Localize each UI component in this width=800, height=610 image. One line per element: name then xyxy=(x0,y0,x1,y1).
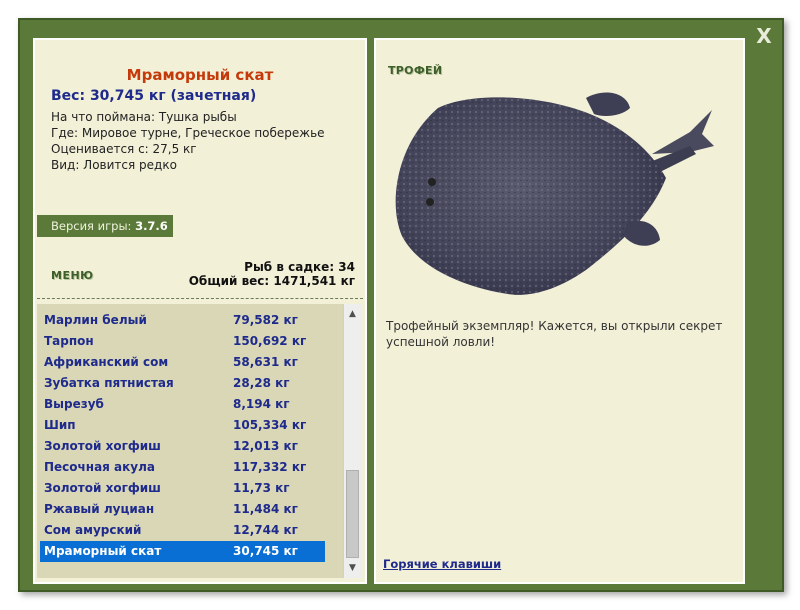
list-item[interactable]: Мраморный скат 30,745 кг xyxy=(40,541,325,562)
marbled-ray-image xyxy=(395,92,714,295)
fish-list-weight: 79,582 кг xyxy=(233,313,298,327)
fish-list-weight: 12,013 кг xyxy=(233,439,298,453)
list-item[interactable]: Золотой хогфиш 12,013 кг xyxy=(40,436,325,457)
fish-list-name: Песочная акула xyxy=(44,460,155,474)
list-item[interactable]: Песочная акула 117,332 кг xyxy=(40,457,325,478)
fish-list-name: Золотой хогфиш xyxy=(44,439,161,453)
fish-list-name: Шип xyxy=(44,418,76,432)
fish-rarity: Вид: Ловится редко xyxy=(51,158,177,172)
list-item[interactable]: Зубатка пятнистая 28,28 кг xyxy=(40,373,325,394)
fish-list-name: Ржавый луциан xyxy=(44,502,155,516)
fish-list-name: Марлин белый xyxy=(44,313,147,327)
version-value: 3.7.6 xyxy=(135,219,168,233)
fish-list-weight: 8,194 кг xyxy=(233,397,290,411)
list-item[interactable]: Шип 105,334 кг xyxy=(40,415,325,436)
fish-list-weight: 105,334 кг xyxy=(233,418,307,432)
fish-list-name: Вырезуб xyxy=(44,397,104,411)
fish-list-name: Золотой хогфиш xyxy=(44,481,161,495)
list-item[interactable]: Золотой хогфиш 11,73 кг xyxy=(40,478,325,499)
catch-list[interactable]: Марлин белый 79,582 кг Тарпон 150,692 кг Афр… xyxy=(37,304,343,578)
fish-name: Мраморный скат xyxy=(126,66,274,84)
fish-bait: На что поймана: Тушка рыбы xyxy=(51,110,237,124)
hotkeys-link[interactable]: Горячие клавиши xyxy=(383,557,501,571)
fish-price: Оценивается с: 27,5 кг xyxy=(51,142,197,156)
menu-button[interactable]: МЕНЮ xyxy=(51,269,94,282)
version-label: Версия игры: xyxy=(51,219,132,233)
scroll-thumb[interactable] xyxy=(346,470,359,558)
list-item[interactable]: Африканский сом 58,631 кг xyxy=(40,352,325,373)
fish-list-name: Африканский сом xyxy=(44,355,169,369)
list-item[interactable]: Вырезуб 8,194 кг xyxy=(40,394,325,415)
list-item[interactable]: Ржавый луциан 11,484 кг xyxy=(40,499,325,520)
fish-list-name: Зубатка пятнистая xyxy=(44,376,174,390)
list-item[interactable]: Марлин белый 79,582 кг xyxy=(40,310,325,331)
fish-info-panel: Мраморный скат Вес: 30,745 кг (зачетная)… xyxy=(33,38,367,584)
scroll-up-icon[interactable]: ▲ xyxy=(344,306,361,322)
version-badge: Версия игры: 3.7.6 xyxy=(37,215,173,237)
fish-count: Рыб в садке: 34 xyxy=(244,260,355,274)
fish-location: Где: Мировое турне, Греческое побережье xyxy=(51,126,325,140)
list-item[interactable]: Тарпон 150,692 кг xyxy=(40,331,325,352)
list-item[interactable]: Сом амурский 12,744 кг xyxy=(40,520,325,541)
fish-list-weight: 30,745 кг xyxy=(233,544,298,558)
fish-list-weight: 150,692 кг xyxy=(233,334,307,348)
fish-list-weight: 28,28 кг xyxy=(233,376,290,390)
scroll-down-icon[interactable]: ▼ xyxy=(344,560,361,576)
fish-list-weight: 12,744 кг xyxy=(233,523,298,537)
total-weight: Общий вес: 1471,541 кг xyxy=(188,274,355,288)
trophy-message: Трофейный экземпляр! Кажется, вы открыли… xyxy=(386,319,723,349)
fish-weight: Вес: 30,745 кг (зачетная) xyxy=(51,88,257,104)
fish-list-weight: 11,484 кг xyxy=(233,502,298,516)
close-button[interactable]: X xyxy=(752,24,776,48)
divider xyxy=(37,298,363,299)
catch-list-scrollbar[interactable]: ▲ ▼ xyxy=(343,304,361,578)
fish-list-weight: 117,332 кг xyxy=(233,460,307,474)
fish-list-weight: 11,73 кг xyxy=(233,481,290,495)
trophy-panel: ТРОФЕЙ Трофейный экземпляр! Кажется, вы xyxy=(374,38,745,584)
fish-list-name: Тарпон xyxy=(44,334,94,348)
fish-list-name: Мраморный скат xyxy=(44,544,162,558)
fish-list-name: Сом амурский xyxy=(44,523,142,537)
fish-list-weight: 58,631 кг xyxy=(233,355,298,369)
